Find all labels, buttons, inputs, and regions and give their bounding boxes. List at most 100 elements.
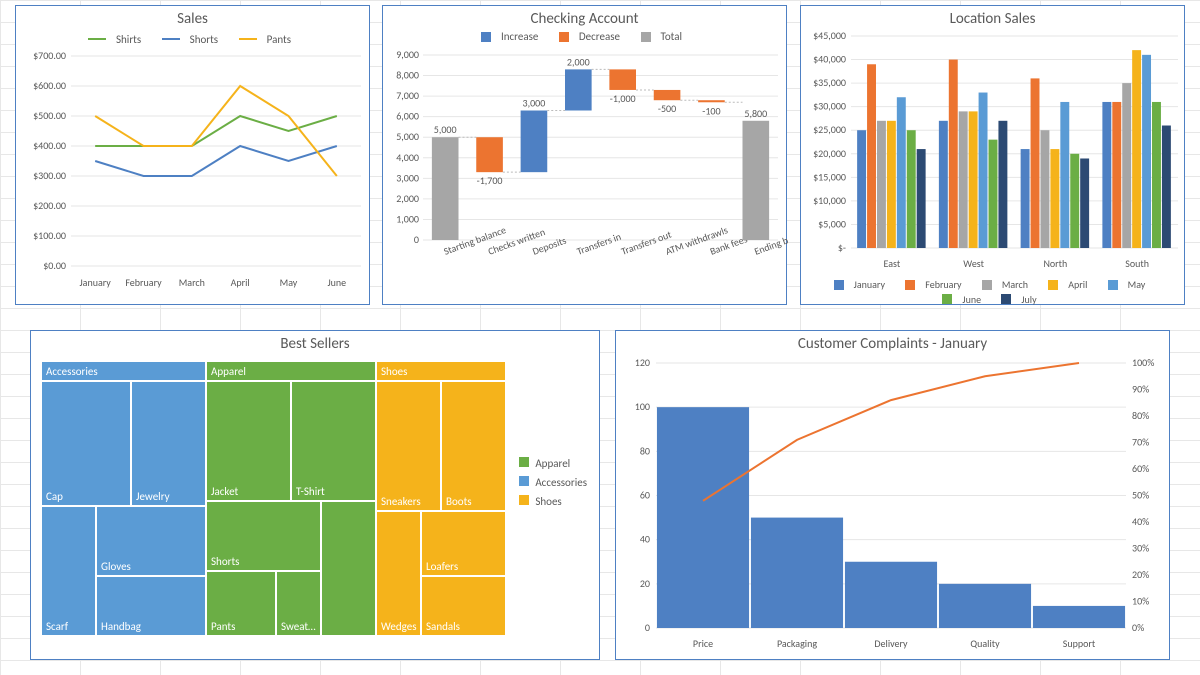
svg-text:June: June: [327, 276, 346, 289]
svg-text:$45,000: $45,000: [813, 29, 846, 42]
plot-area: 0 1,000 2,000 3,000 4,000 5,000 6,000 7,000 8,00…: [383, 45, 788, 295]
svg-text:20: 20: [640, 577, 650, 590]
svg-text:40: 40: [640, 533, 650, 546]
legend: Increase Decrease Total: [383, 30, 786, 45]
svg-text:-1,000: -1,000: [610, 91, 636, 104]
treemap-cell: Handbag: [96, 576, 206, 636]
svg-text:$15,000: $15,000: [813, 170, 846, 183]
svg-text:0: 0: [414, 233, 419, 246]
treemap-cell: Apparel: [206, 361, 376, 381]
plot-area: $0.00 $100.00 $200.00 $300.00 $400.00 $500.00…: [16, 46, 371, 296]
treemap-cell: T-Shirt: [291, 381, 376, 501]
svg-text:2,000: 2,000: [567, 55, 590, 68]
chart-bestsellers[interactable]: Best Sellers AccessoriesCapJewelryScarfG…: [30, 330, 600, 660]
treemap-cell: Gloves: [96, 506, 206, 576]
treemap-cell: Sandals: [421, 576, 506, 636]
svg-text:-500: -500: [658, 102, 676, 115]
chart-checking[interactable]: Checking Account Increase Decrease Total…: [382, 5, 787, 305]
chart-complaints[interactable]: Customer Complaints - January 0204060801…: [615, 330, 1170, 660]
treemap-cell: Loafers: [421, 511, 506, 576]
treemap-cell: [321, 501, 376, 636]
svg-text:$5,000: $5,000: [818, 217, 846, 230]
svg-text:-100: -100: [702, 104, 720, 117]
svg-text:6,000: 6,000: [396, 109, 419, 122]
svg-text:$300.00: $300.00: [33, 169, 66, 182]
svg-text:$30,000: $30,000: [813, 100, 846, 113]
svg-text:April: April: [231, 276, 250, 289]
treemap-cell: Pants: [206, 571, 276, 636]
plot-area: 0204060801001200%10%20%30%40%50%60%70%80…: [616, 353, 1171, 653]
svg-text:$25,000: $25,000: [813, 123, 846, 136]
treemap-cell: Shoes: [376, 361, 506, 381]
legend: Apparel Accessories Shoes: [519, 451, 587, 514]
svg-text:$200.00: $200.00: [33, 199, 66, 212]
svg-text:Quality: Quality: [970, 637, 1000, 650]
svg-text:West: West: [963, 257, 984, 270]
svg-text:East: East: [884, 257, 901, 270]
svg-text:$35,000: $35,000: [813, 76, 846, 89]
svg-text:3,000: 3,000: [523, 96, 546, 109]
svg-text:9,000: 9,000: [396, 48, 419, 61]
svg-text:40%: 40%: [1132, 515, 1149, 528]
svg-text:$0.00: $0.00: [43, 259, 66, 272]
svg-text:5,000: 5,000: [396, 130, 419, 143]
svg-text:4,000: 4,000: [396, 150, 419, 163]
svg-text:60: 60: [640, 489, 650, 502]
svg-text:120: 120: [635, 356, 650, 369]
svg-text:7,000: 7,000: [396, 89, 419, 102]
svg-text:Price: Price: [693, 637, 713, 650]
svg-text:January: January: [79, 276, 111, 289]
svg-text:1,000: 1,000: [396, 212, 419, 225]
svg-text:May: May: [280, 276, 298, 289]
treemap-cell: Boots: [441, 381, 506, 511]
treemap-cell: Sneakers: [376, 381, 441, 511]
svg-text:Support: Support: [1063, 637, 1096, 650]
treemap-cell: Cap: [41, 381, 131, 506]
svg-text:50%: 50%: [1132, 489, 1149, 502]
chart-sales[interactable]: Sales Shirts Shorts Pants $0.00 $100.00 $2…: [15, 5, 370, 305]
treemap-cell: Scarf: [41, 506, 96, 636]
chart-title: Best Sellers: [31, 335, 599, 353]
svg-text:5,000: 5,000: [434, 123, 457, 136]
svg-text:$20,000: $20,000: [813, 147, 846, 160]
legend: January February March April May June Ju…: [801, 278, 1184, 307]
svg-text:North: North: [1043, 257, 1067, 270]
svg-text:March: March: [179, 276, 205, 289]
treemap-cell: Wedges: [376, 511, 421, 636]
svg-text:South: South: [1125, 257, 1149, 270]
svg-text:Delivery: Delivery: [874, 637, 908, 650]
svg-text:8,000: 8,000: [396, 68, 419, 81]
svg-text:Packaging: Packaging: [777, 637, 817, 650]
svg-text:$100.00: $100.00: [33, 229, 66, 242]
svg-text:30%: 30%: [1132, 542, 1149, 555]
svg-text:$-: $-: [838, 241, 846, 254]
plot-area: $-$5,000$10,000$15,000$20,000$25,000$30,…: [801, 28, 1186, 273]
svg-text:20%: 20%: [1132, 568, 1149, 581]
treemap-cell: Sweat…: [276, 571, 321, 636]
svg-text:80: 80: [640, 444, 650, 457]
chart-title: Sales: [16, 10, 369, 28]
svg-text:80%: 80%: [1132, 409, 1149, 422]
svg-text:0%: 0%: [1132, 621, 1144, 634]
plot-area: AccessoriesCapJewelryScarfGlovesHandbagA…: [41, 361, 506, 636]
svg-text:3,000: 3,000: [396, 171, 419, 184]
treemap-cell: Shorts: [206, 501, 321, 571]
svg-text:$700.00: $700.00: [33, 49, 66, 62]
treemap-cell: Jewelry: [131, 381, 206, 506]
legend: Shirts Shorts Pants: [16, 30, 369, 46]
svg-text:2,000: 2,000: [396, 191, 419, 204]
svg-text:10%: 10%: [1132, 595, 1149, 608]
svg-text:70%: 70%: [1132, 436, 1149, 449]
svg-text:-1,700: -1,700: [477, 174, 503, 187]
svg-text:60%: 60%: [1132, 462, 1149, 475]
svg-text:$40,000: $40,000: [813, 53, 846, 66]
svg-text:Transfers in: Transfers in: [575, 229, 623, 257]
svg-text:$600.00: $600.00: [33, 79, 66, 92]
svg-text:5,800: 5,800: [744, 106, 767, 119]
svg-text:$400.00: $400.00: [33, 139, 66, 152]
svg-text:100: 100: [635, 400, 650, 413]
svg-text:$500.00: $500.00: [33, 109, 66, 122]
treemap-cell: Jacket: [206, 381, 291, 501]
chart-title: Location Sales: [801, 10, 1184, 28]
chart-location[interactable]: Location Sales $-$5,000$10,000$15,000$20…: [800, 5, 1185, 305]
